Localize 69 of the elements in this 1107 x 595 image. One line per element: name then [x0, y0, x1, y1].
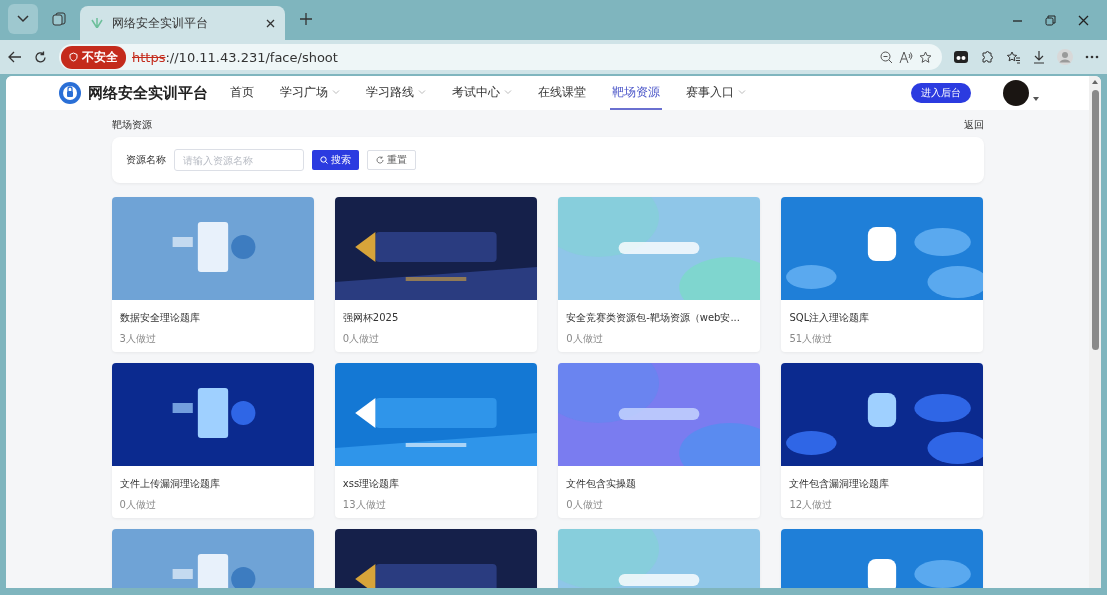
card-title: 文件包含实操题	[565, 477, 638, 491]
resource-card[interactable]: 安全竞赛类资源包-靶场资源（web安... 0人做过	[558, 197, 761, 352]
logo-icon[interactable]	[58, 81, 82, 105]
resource-card[interactable]: SQL注入理论题库 51人做过	[781, 197, 984, 352]
security-badge[interactable]: 不安全	[61, 45, 126, 69]
card-title: 强网杯2025	[341, 311, 400, 325]
input-field[interactable]: 请输入资源名称	[173, 149, 304, 171]
scroll-up-icon[interactable]	[1092, 80, 1098, 84]
nav-item[interactable]: 首页	[228, 76, 256, 110]
done-count: 0人做过	[118, 498, 157, 512]
card-title: 文件包含漏洞理论题库	[788, 477, 891, 491]
breadcrumb: 靶场资源	[111, 118, 152, 132]
search-icon	[319, 156, 328, 164]
card-title: 文件上传漏洞理论题库	[118, 477, 221, 491]
scrollbar[interactable]	[1089, 76, 1101, 588]
field-label: 资源名称	[125, 153, 166, 167]
star-icon[interactable]	[919, 50, 932, 64]
card-title: 数据安全理论题库	[118, 311, 201, 325]
zoom-out-icon[interactable]	[880, 50, 893, 64]
resource-card[interactable]: 文件包含漏洞理论题库 12人做过	[781, 363, 984, 518]
nav-item[interactable]: 学习广场	[278, 76, 342, 110]
close-icon[interactable]	[1078, 14, 1089, 26]
puzzle-icon[interactable]	[980, 50, 994, 64]
search-button[interactable]: 搜索	[311, 150, 359, 170]
reload-icon[interactable]	[34, 50, 47, 64]
resource-card[interactable]: 文件上传漏洞理论题库 0人做过	[111, 363, 314, 518]
nav-item[interactable]: 考试中心	[450, 76, 514, 110]
nav-item[interactable]: 在线课堂	[536, 76, 588, 110]
browser-tab[interactable]: 网络安全实训平台	[80, 6, 285, 40]
done-count: 3人做过	[118, 332, 157, 346]
admin-button[interactable]: 进入后台	[911, 83, 971, 103]
resource-card[interactable]: 数据安全理论题库 3人做过	[111, 197, 314, 352]
caret-icon[interactable]	[1033, 97, 1039, 101]
done-count: 0人做过	[565, 332, 604, 346]
nav-item[interactable]: 学习路线	[364, 76, 428, 110]
done-count: 12人做过	[788, 498, 834, 512]
done-count: 13人做过	[341, 498, 387, 512]
reset-button[interactable]: 重置	[366, 150, 416, 170]
favorites-icon[interactable]	[1006, 50, 1021, 64]
extension-icon[interactable]	[954, 51, 968, 63]
plus-icon[interactable]	[299, 12, 313, 26]
shield-icon	[69, 52, 78, 62]
nav-item[interactable]: 靶场资源	[610, 76, 662, 110]
card-title: xss理论题库	[341, 477, 401, 491]
chevron-down-icon[interactable]	[17, 15, 29, 23]
back-link[interactable]: 返回	[963, 118, 984, 132]
address-bar[interactable]: 不安全 https://10.11.43.231/face/shoot	[59, 44, 942, 70]
site-name: 网络安全实训平台	[88, 83, 208, 103]
download-icon[interactable]	[1033, 50, 1045, 64]
restore-icon[interactable]	[1045, 14, 1056, 26]
refresh-icon	[375, 156, 384, 164]
resource-card[interactable]: 文件包含实操题 0人做过	[558, 363, 761, 518]
nav-item[interactable]: 赛事入口	[684, 76, 748, 110]
done-count: 51人做过	[788, 332, 834, 346]
close-icon[interactable]	[266, 18, 275, 28]
avatar[interactable]	[1003, 80, 1029, 106]
url-text: https://10.11.43.231/face/shoot	[132, 49, 339, 65]
tabs-icon[interactable]	[52, 12, 66, 26]
read-aloud-icon[interactable]	[899, 50, 913, 64]
more-icon[interactable]	[1085, 55, 1099, 59]
card-title: 安全竞赛类资源包-靶场资源（web安...	[565, 311, 741, 325]
resource-card[interactable]: xss理论题库 13人做过	[334, 363, 537, 518]
back-arrow-icon[interactable]	[8, 51, 22, 63]
done-count: 0人做过	[341, 332, 381, 346]
leaf-icon	[90, 18, 104, 28]
resource-card[interactable]: 强网杯2025 0人做过	[334, 197, 537, 352]
card-title: SQL注入理论题库	[788, 311, 871, 325]
tab-title: 网络安全实训平台	[112, 14, 209, 32]
done-count: 0人做过	[565, 498, 604, 512]
